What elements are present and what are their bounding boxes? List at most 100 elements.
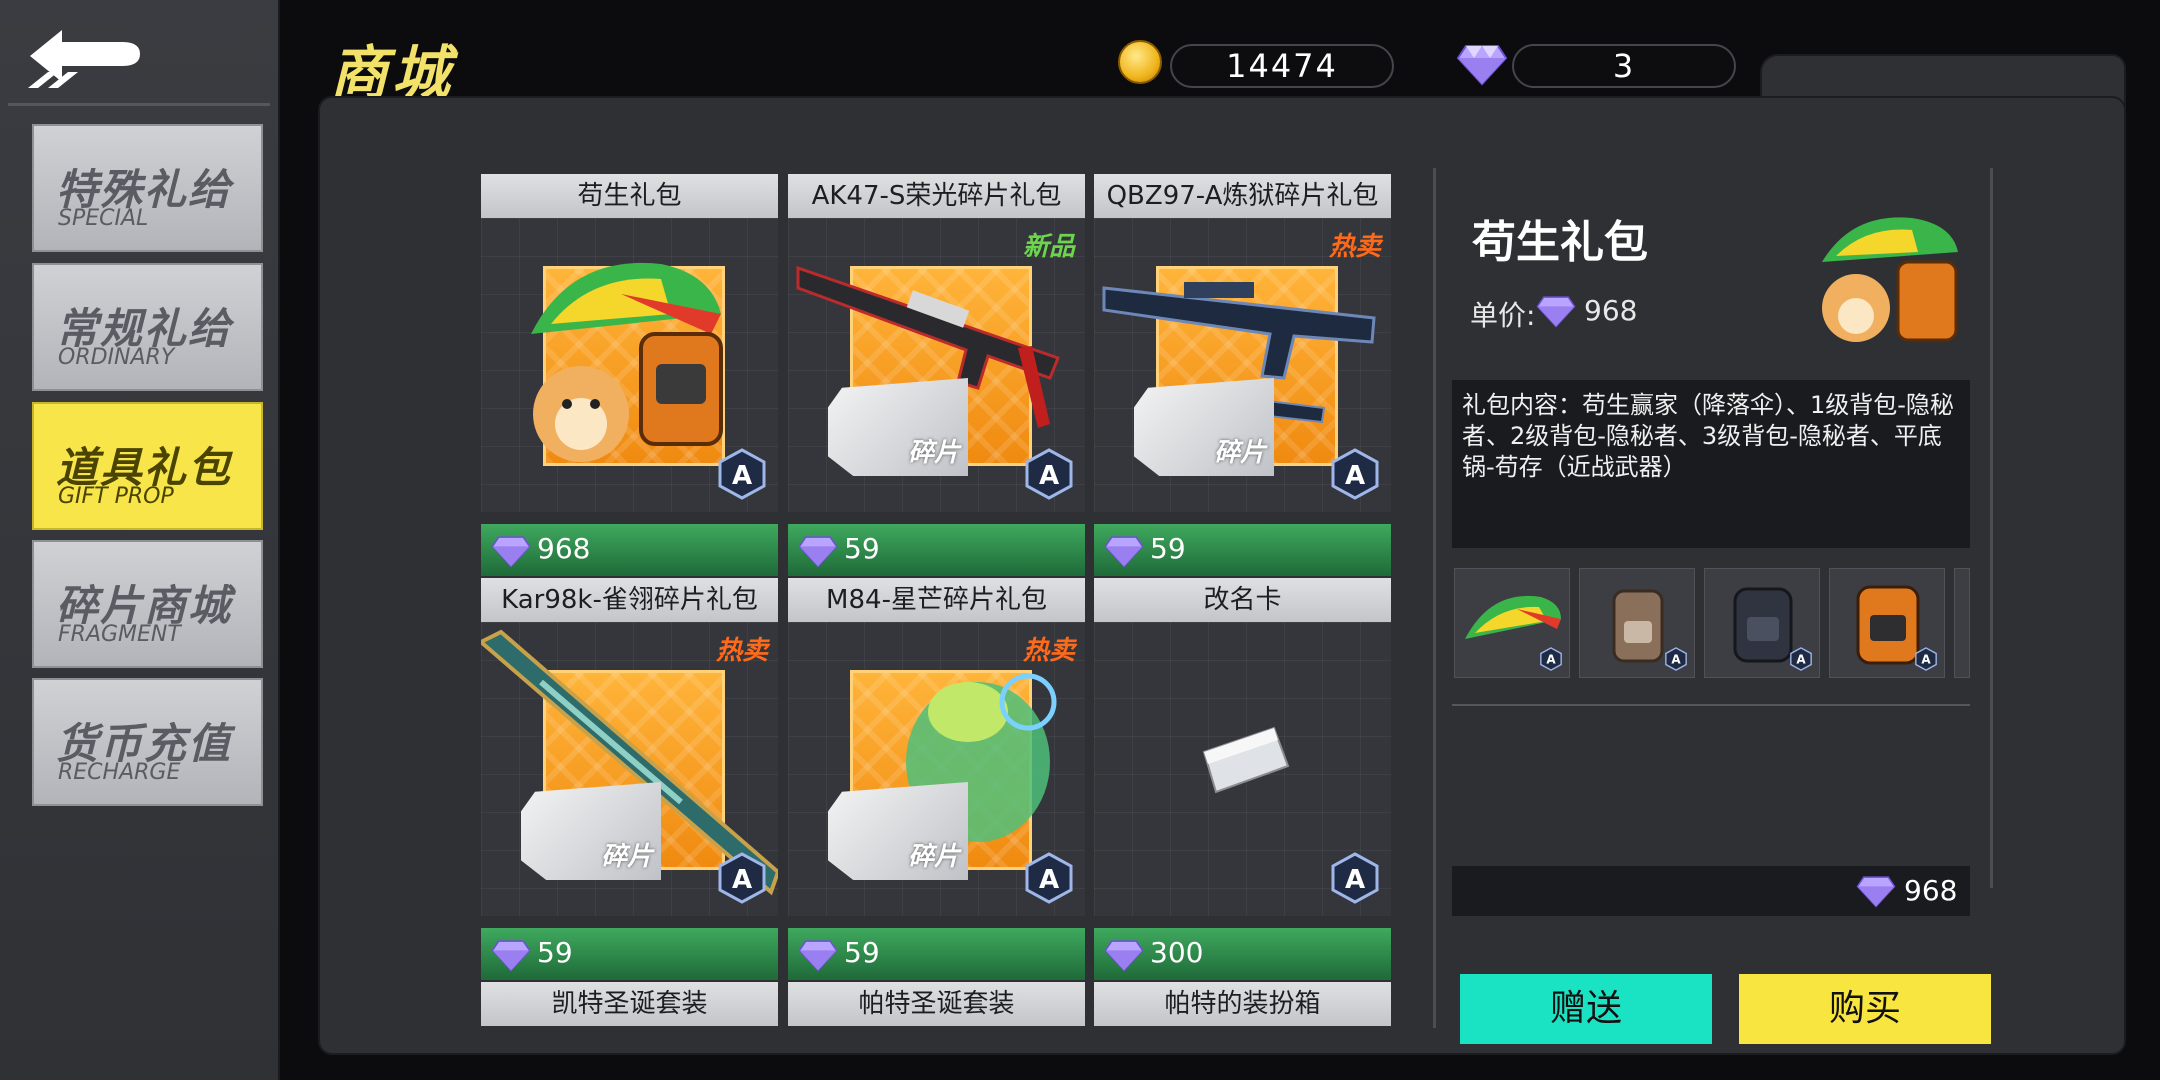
grade-a-icon: A: [1790, 647, 1812, 671]
gold-balance[interactable]: 14474: [1170, 44, 1394, 88]
product-name: 改名卡: [1094, 578, 1391, 622]
parachute-pack-icon: [531, 262, 723, 462]
product-image: 碎片 热卖 A: [1094, 218, 1391, 512]
fragment-label: 碎片: [908, 438, 961, 468]
content-item-backpack-2[interactable]: A: [1704, 568, 1820, 678]
content-item-backpack-3[interactable]: A: [1829, 568, 1945, 678]
product-price: 300: [1150, 936, 1204, 969]
product-image: 碎片 热卖 A: [788, 622, 1085, 916]
sidebar-item-sublabel: GIFT PROP: [58, 484, 174, 509]
product-card-partial[interactable]: 凯特圣诞套装: [481, 982, 778, 1026]
diamond-icon: [1456, 45, 1508, 86]
unit-price-value: 968: [1584, 294, 1638, 327]
sidebar-item-gift-prop[interactable]: 道具礼包 GIFT PROP: [32, 402, 263, 530]
total-price-bar: 968: [1452, 866, 1970, 916]
product-card[interactable]: M84-星芒碎片礼包 碎片 热卖 A 59: [788, 578, 1085, 980]
diamond-icon: [798, 940, 838, 972]
detail-divider: [1452, 704, 1970, 706]
product-name: Kar98k-雀翎碎片礼包: [481, 578, 778, 622]
price-bar: 59: [1094, 524, 1391, 576]
grade-a-icon: A: [1665, 647, 1687, 671]
product-image: A: [481, 218, 778, 512]
sidebar-item-sublabel: SPECIAL: [58, 206, 149, 231]
grade-a-icon: A: [1915, 647, 1937, 671]
fragment-label: 碎片: [908, 842, 961, 872]
diamond-icon: [491, 940, 531, 972]
price-bar: 59: [788, 524, 1085, 576]
total-price: 968: [1904, 874, 1958, 907]
gift-pack-thumbnail: [1822, 217, 1958, 342]
rename-card-icon: [1202, 726, 1290, 794]
sidebar-item-fragment[interactable]: 碎片商城 FRAGMENT: [32, 540, 263, 668]
diamond-icon: [798, 536, 838, 568]
grade-a-icon: A: [1331, 448, 1379, 500]
gift-description: 礼包内容：苟生赢家（降落伞）、1级背包-隐秘者、2级背包-隐秘者、3级背包-隐秘…: [1452, 380, 1970, 548]
product-card[interactable]: AK47-S荣光碎片礼包 碎片 新品 A 59: [788, 174, 1085, 576]
diamond-icon: [1104, 536, 1144, 568]
price-bar: 59: [481, 928, 778, 980]
product-price: 59: [1150, 532, 1186, 565]
svg-text:A: A: [1039, 461, 1059, 491]
grade-a-icon: A: [718, 448, 766, 500]
sidebar-item-sublabel: ORDINARY: [58, 345, 175, 370]
sidebar-item-sublabel: FRAGMENT: [58, 622, 181, 647]
grade-a-icon: A: [1025, 852, 1073, 904]
price-bar: 300: [1094, 928, 1391, 980]
product-price: 968: [537, 532, 591, 565]
gold-coin-icon: [1118, 40, 1162, 84]
product-card[interactable]: QBZ97-A炼狱碎片礼包 碎片 热卖 A 59: [1094, 174, 1391, 576]
svg-text:A: A: [732, 461, 752, 491]
product-name: QBZ97-A炼狱碎片礼包: [1094, 174, 1391, 218]
product-name: 苟生礼包: [481, 174, 778, 218]
price-bar: 968: [481, 524, 778, 576]
diamond-icon: [1536, 296, 1576, 328]
new-tag: 新品: [1022, 232, 1075, 262]
unit-price-label: 单价:: [1470, 299, 1536, 332]
product-name: M84-星芒碎片礼包: [788, 578, 1085, 622]
svg-text:A: A: [1671, 653, 1681, 667]
product-card[interactable]: 改名卡 A 300: [1094, 578, 1391, 980]
panel-divider: [1433, 168, 1436, 1028]
grade-a-icon: A: [718, 852, 766, 904]
backpack-icon: [1612, 589, 1664, 663]
svg-text:A: A: [1345, 865, 1365, 895]
hot-tag: 热卖: [715, 636, 768, 666]
hot-tag: 热卖: [1328, 232, 1381, 262]
back-arrow-icon[interactable]: [22, 22, 152, 94]
product-price: 59: [844, 936, 880, 969]
product-card[interactable]: Kar98k-雀翎碎片礼包 碎片 热卖 A 59: [481, 578, 778, 980]
svg-text:A: A: [732, 865, 752, 895]
svg-text:A: A: [1796, 653, 1806, 667]
sidebar-item-recharge[interactable]: 货币充值 RECHARGE: [32, 678, 263, 806]
grade-a-icon: A: [1331, 852, 1379, 904]
svg-text:A: A: [1039, 865, 1059, 895]
diamond-icon: [1856, 876, 1896, 908]
fragment-label: 碎片: [601, 842, 654, 872]
diamond-icon: [491, 536, 531, 568]
panel-divider: [1990, 168, 1993, 888]
svg-text:A: A: [1345, 461, 1365, 491]
gift-button[interactable]: 赠送: [1460, 974, 1712, 1044]
sidebar-item-special[interactable]: 特殊礼给 SPECIAL: [32, 124, 263, 252]
svg-text:A: A: [1921, 653, 1931, 667]
content-item-parachute[interactable]: A: [1454, 568, 1570, 678]
product-image: 碎片 新品 A: [788, 218, 1085, 512]
buy-button[interactable]: 购买: [1739, 974, 1991, 1044]
sidebar-item-ordinary[interactable]: 常规礼给 ORDINARY: [32, 263, 263, 391]
sidebar-divider: [8, 103, 270, 106]
diamond-balance[interactable]: 3: [1512, 44, 1736, 88]
fragment-label: 碎片: [1214, 438, 1267, 468]
product-card-partial[interactable]: 帕特圣诞套装: [788, 982, 1085, 1026]
grade-a-icon: A: [1540, 647, 1562, 671]
product-card[interactable]: 苟生礼包 A 968: [481, 174, 778, 576]
product-image: A: [1094, 622, 1391, 916]
product-card-partial[interactable]: 帕特的装扮箱: [1094, 982, 1391, 1026]
content-item-partial[interactable]: [1954, 568, 1970, 678]
content-item-backpack-1[interactable]: A: [1579, 568, 1695, 678]
product-price: 59: [537, 936, 573, 969]
svg-text:A: A: [1546, 653, 1556, 667]
sidebar-item-sublabel: RECHARGE: [58, 760, 181, 785]
product-image: 碎片 热卖 A: [481, 622, 778, 916]
product-price: 59: [844, 532, 880, 565]
sidebar: 特殊礼给 SPECIAL 常规礼给 ORDINARY 道具礼包 GIFT PRO…: [0, 0, 280, 1080]
